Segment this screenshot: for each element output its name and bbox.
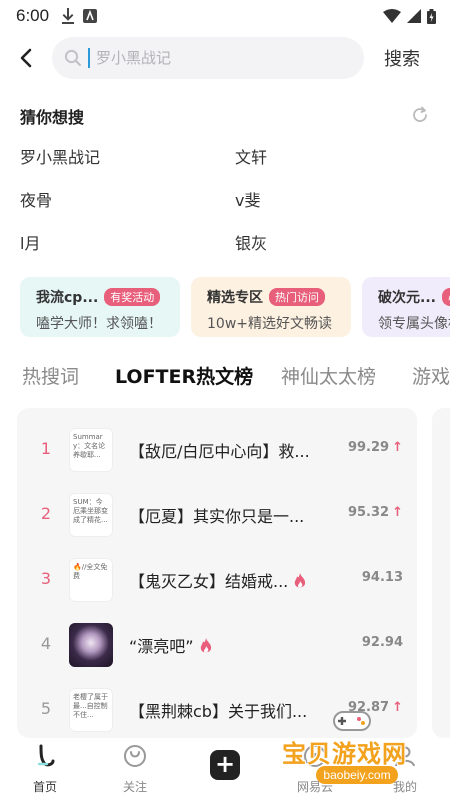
- post-thumbnail: 老樱了属于最...自控制不住...: [69, 688, 113, 732]
- gamepad-icon: [333, 711, 371, 731]
- home-icon: [37, 744, 55, 767]
- guess-item[interactable]: 罗小黑战记: [20, 144, 100, 168]
- promo-subtitle: 10w+精选好文畅读: [207, 316, 332, 332]
- rank-row[interactable]: 2 SUM：今厄乘坐那变成了精花... 【厄夏】其实你只是一... 95.32 ↑: [17, 490, 417, 540]
- download-icon: [62, 8, 75, 24]
- wifi-icon: [383, 9, 401, 23]
- post-title: 【鬼灭乙女】结婚戒...: [129, 572, 289, 591]
- rank-number: 3: [40, 569, 52, 588]
- tab-game[interactable]: 游戏: [412, 362, 450, 389]
- rank-row[interactable]: 1 Summary：文名论养歇耶... 【敌厄/白厄中心向】救... 99.29…: [17, 425, 417, 475]
- hot-score: 95.32: [347, 505, 390, 520]
- search-header: 搜索: [0, 36, 450, 80]
- promo-card-cp[interactable]: 我流cp... 有奖活动 嗑学大师！求领嗑！: [20, 277, 180, 337]
- thumbnail-text: 老樱了属于最...自控制不住...: [73, 693, 108, 719]
- guess-item[interactable]: v斐: [235, 187, 260, 211]
- rank-row[interactable]: 3 🔥//全文免费 【鬼灭乙女】结婚戒... 94.13: [17, 555, 417, 605]
- hot-score: 99.29: [347, 440, 390, 455]
- text-caret: [88, 48, 90, 68]
- search-box[interactable]: [52, 37, 364, 79]
- nav-create[interactable]: +: [180, 738, 270, 800]
- hot-score: 92.94: [361, 635, 403, 650]
- tab-hot-search[interactable]: 热搜词: [22, 362, 79, 389]
- status-time: 6:00: [16, 6, 50, 25]
- post-title: 【厄夏】其实你只是一...: [129, 507, 305, 526]
- watermark-text: 宝贝游戏网: [282, 740, 407, 768]
- search-submit-button[interactable]: 搜索: [384, 45, 420, 71]
- thumbnail-text: SUM：今厄乘坐那变成了精花...: [73, 498, 108, 524]
- rank-number: 4: [40, 634, 52, 653]
- hot-score: 94.13: [361, 570, 403, 585]
- rank-number: 2: [40, 504, 52, 523]
- status-bar: 6:00: [0, 0, 450, 32]
- follow-icon: [124, 745, 146, 767]
- guess-item[interactable]: 文轩: [235, 144, 267, 168]
- post-title: 【敌厄/白厄中心向】救...: [129, 442, 310, 461]
- search-icon: [64, 49, 82, 67]
- post-thumbnail: SUM：今厄乘坐那变成了精花...: [69, 493, 113, 537]
- back-button[interactable]: [0, 36, 52, 80]
- battery-icon: [427, 8, 436, 24]
- promo-badge: 热门访问: [269, 288, 325, 306]
- search-input[interactable]: [96, 49, 336, 67]
- promo-badge: 有奖活动: [104, 288, 161, 306]
- promo-subtitle: 嗑学大师！求领嗑！: [36, 316, 162, 332]
- thumbnail-text: 🔥//全文免费: [73, 563, 108, 580]
- promo-card-avatar[interactable]: 破次元... 心 领专属头像框: [362, 277, 450, 337]
- promo-title: 精选专区: [207, 290, 263, 306]
- post-thumbnail: Summary：文名论养歇耶...: [69, 428, 113, 472]
- plus-icon: +: [210, 750, 240, 780]
- nav-follow[interactable]: 关注: [90, 738, 180, 800]
- trend-up-icon: ↑: [392, 440, 403, 455]
- promo-subtitle: 领专属头像框: [378, 316, 450, 332]
- rank-row[interactable]: 4 “漂亮吧” 92.94: [17, 620, 417, 670]
- nav-label: 首页: [32, 780, 57, 794]
- rank-tabs: 热搜词 LOFTER热文榜 神仙太太榜 游戏: [0, 362, 450, 398]
- promo-badge: 心: [441, 288, 450, 306]
- promo-title: 我流cp...: [36, 290, 99, 306]
- fire-icon: [295, 573, 306, 588]
- fire-icon: [200, 638, 211, 653]
- tab-lofter-hot[interactable]: LOFTER热文榜: [115, 362, 253, 389]
- guess-item[interactable]: 银灰: [235, 230, 267, 254]
- guess-item[interactable]: l月: [20, 230, 40, 254]
- tab-creator-rank[interactable]: 神仙太太榜: [281, 362, 376, 389]
- post-title: “漂亮吧”: [129, 637, 194, 656]
- guess-item[interactable]: 夜骨: [20, 187, 52, 211]
- trend-up-icon: ↑: [392, 505, 403, 520]
- promo-title: 破次元...: [378, 290, 436, 306]
- next-rank-panel: [432, 408, 450, 738]
- back-arrow-icon: [20, 48, 32, 68]
- thumbnail-text: Summary：文名论养歇耶...: [73, 433, 106, 459]
- rank-number: 5: [40, 699, 52, 718]
- watermark-url: baobeiy.com: [316, 766, 398, 784]
- thumbnail-image: [69, 623, 113, 667]
- promo-card-featured[interactable]: 精选专区 热门访问 10w+精选好文畅读: [191, 277, 351, 337]
- nav-label: 关注: [122, 780, 147, 794]
- post-thumbnail: [69, 623, 113, 667]
- post-thumbnail: 🔥//全文免费: [69, 558, 113, 602]
- guess-section-title: 猜你想搜: [20, 108, 85, 127]
- nav-home[interactable]: 首页: [0, 738, 90, 800]
- app-notification-icon: [83, 9, 98, 23]
- watermark-logo: 宝贝游戏网 baobeiy.com: [276, 706, 436, 792]
- rank-list: 1 Summary：文名论养歇耶... 【敌厄/白厄中心向】救... 99.29…: [17, 408, 417, 738]
- signal-icon: [407, 9, 421, 23]
- refresh-icon[interactable]: [410, 105, 430, 125]
- rank-number: 1: [40, 439, 52, 458]
